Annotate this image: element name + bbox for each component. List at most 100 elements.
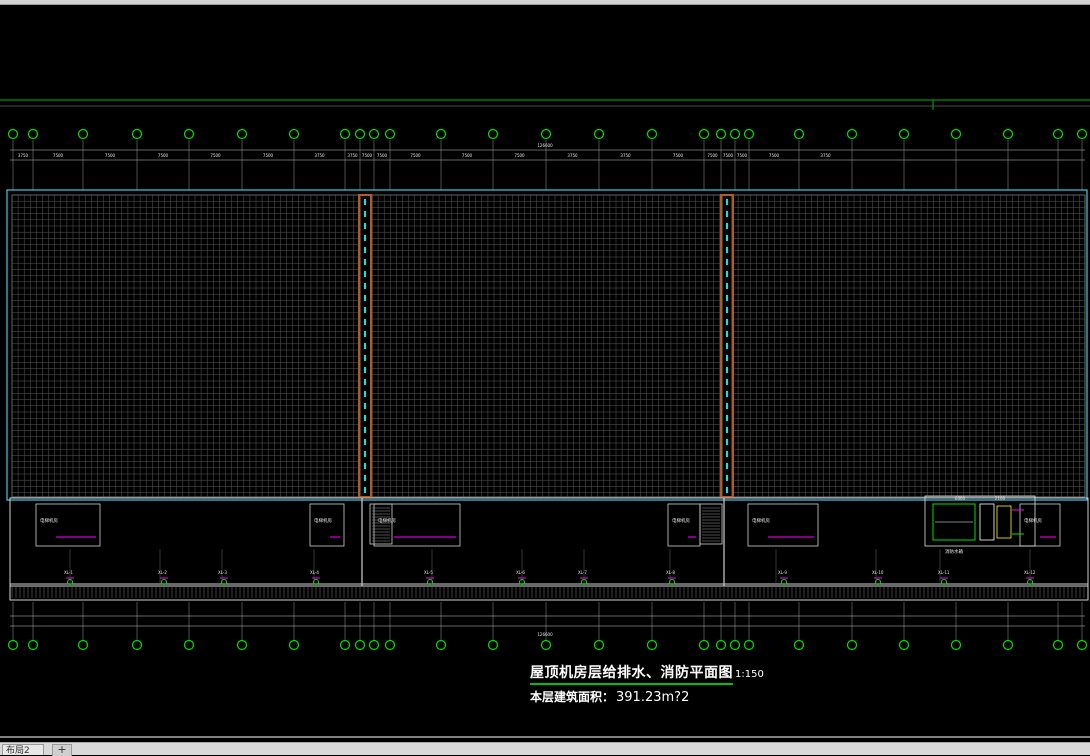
axis-bubble-bottom (131, 639, 143, 651)
stair-block (369, 503, 393, 545)
room-label: 电梯机房 (40, 517, 58, 524)
axis-bubble-bottom (77, 639, 89, 651)
machine-room: 电梯机房 (309, 503, 345, 547)
axis-bubble-top (715, 128, 727, 140)
axis-bubble-top (698, 128, 710, 140)
axis-bubble-top (487, 128, 499, 140)
riser-tag: XL-10 (872, 570, 884, 575)
riser-tag: XL-12 (1024, 570, 1036, 575)
tab-layout2[interactable]: 布局2 (2, 744, 44, 755)
axis-bubble-bottom (950, 639, 962, 651)
stair-block (699, 503, 723, 545)
floor-area-line: 本层建筑面积： 391.23m?2 (530, 688, 764, 705)
axis-bubble-top (950, 128, 962, 140)
riser-tag: XL-11 (938, 570, 950, 575)
top-dimension-label: 7500 (707, 153, 718, 158)
panel-array (371, 194, 723, 498)
axis-bubble-bottom (793, 639, 805, 651)
drawing-scale: 1:150 (735, 669, 764, 680)
riser-tag: XL-2 (158, 570, 167, 575)
top-dimension-label: 7500 (105, 153, 116, 158)
axis-grid-lines (12, 140, 1083, 640)
axis-bubble-bottom (368, 639, 380, 651)
detail-label: 消防水箱 (945, 548, 963, 555)
axis-bubble-top (1002, 128, 1014, 140)
axis-bubble-bottom (183, 639, 195, 651)
axis-bubble-top (898, 128, 910, 140)
axis-bubble-top (846, 128, 858, 140)
top-dimension-label: 7500 (514, 153, 525, 158)
pipe-riser: XL-6 (516, 570, 526, 585)
cad-drawing-canvas[interactable]: 3750 7500 7500 7500 7500 7500 3750 3750 7500 7500… (0, 4, 1090, 742)
riser-tag: XL-8 (666, 570, 675, 575)
axis-bubble-top (339, 128, 351, 140)
pipe-riser: XL-9 (778, 570, 788, 585)
expansion-joint (720, 194, 734, 498)
axis-bubble-top (646, 128, 658, 140)
axis-bubble-bottom (339, 639, 351, 651)
top-dimension-label: 7500 (769, 153, 780, 158)
top-dimension-labels: 3750 7500 7500 7500 7500 7500 3750 3750 7500 7500… (18, 153, 831, 158)
detail-dim-1: 6000 (955, 496, 966, 501)
machine-room: 电梯机房 (747, 503, 819, 547)
top-dimension-label: 7500 (723, 153, 734, 158)
top-dimension-label: 7500 (377, 153, 388, 158)
axis-bubble-top (1076, 128, 1088, 140)
axis-bubble-top (7, 128, 19, 140)
top-dimension-label: 7500 (410, 153, 421, 158)
panel-array (11, 194, 361, 498)
top-dimension-label: 3750 (18, 153, 29, 158)
axis-bubble-top (368, 128, 380, 140)
top-dimension-label: 3750 (820, 153, 831, 158)
axis-bubble-bottom (487, 639, 499, 651)
riser-tag: XL-1 (64, 570, 73, 575)
expansion-joint (358, 194, 372, 498)
total-dimension-top: 126600 (537, 143, 553, 148)
axis-bubble-top (743, 128, 755, 140)
axis-bubble-bottom (288, 639, 300, 651)
floor-area-value: 391.23m?2 (616, 690, 690, 705)
axis-bubble-bottom (384, 639, 396, 651)
riser-tag: XL-5 (424, 570, 433, 575)
machine-room: 电梯机房 (373, 503, 461, 547)
building-outline-lower (9, 497, 1089, 587)
add-layout-button[interactable]: + (52, 744, 72, 756)
machine-room: 电梯机房 (1019, 503, 1061, 547)
machine-rooms: 电梯机房 电梯机房 电梯机房 电梯机房 电梯机房 电梯机房 (35, 498, 1061, 586)
room-label: 电梯机房 (672, 517, 690, 524)
top-dimension-label: 7500 (462, 153, 473, 158)
room-label: 电梯机房 (1024, 517, 1042, 524)
riser-tag: XL-4 (310, 570, 319, 575)
axis-bubble-bottom (593, 639, 605, 651)
top-dimension-label: 3750 (347, 153, 358, 158)
fire-water-tank-detail: 6000 2100 消防水箱 (924, 495, 1036, 555)
axis-bubble-top (1052, 128, 1064, 140)
floor-area-label: 本层建筑面积： (530, 690, 615, 704)
axis-bubble-bottom (236, 639, 248, 651)
panel-array (731, 194, 1086, 498)
top-dimension-label: 7500 (362, 153, 373, 158)
pipe-riser: XL-5 (424, 570, 434, 585)
drawing-title-block: 屋顶机房层给排水、消防平面图 1:150 本层建筑面积： 391.23m?2 (530, 662, 764, 705)
axis-bubble-bottom (1002, 639, 1014, 651)
axis-bubble-top (183, 128, 195, 140)
axis-bubble-bottom (698, 639, 710, 651)
top-dimension-label: 7500 (263, 153, 274, 158)
riser-tag: XL-3 (218, 570, 227, 575)
axis-bubble-bottom (729, 639, 741, 651)
axis-bubble-top (131, 128, 143, 140)
pipe-riser: XL-10 (872, 570, 884, 585)
axis-bubble-bottom (898, 639, 910, 651)
layout-tab-bar: 布局2 + (0, 742, 1090, 756)
riser-tag: XL-7 (578, 570, 587, 575)
top-dimension-label: 7500 (737, 153, 748, 158)
pipe-risers: XL-1 XL-2 XL-3 XL-4 XL-5 XL-6 XL-7 XL-8 XL-9 XL-1… (64, 570, 1036, 585)
roof-panel-arrays (6, 189, 1088, 501)
axis-bubble-bottom (540, 639, 552, 651)
axis-bubble-top (540, 128, 552, 140)
axis-bubbles-bottom (7, 639, 1088, 651)
axis-bubble-bottom (1076, 639, 1088, 651)
axis-bubble-bottom (743, 639, 755, 651)
axis-bubble-top (729, 128, 741, 140)
axis-bubble-top (593, 128, 605, 140)
